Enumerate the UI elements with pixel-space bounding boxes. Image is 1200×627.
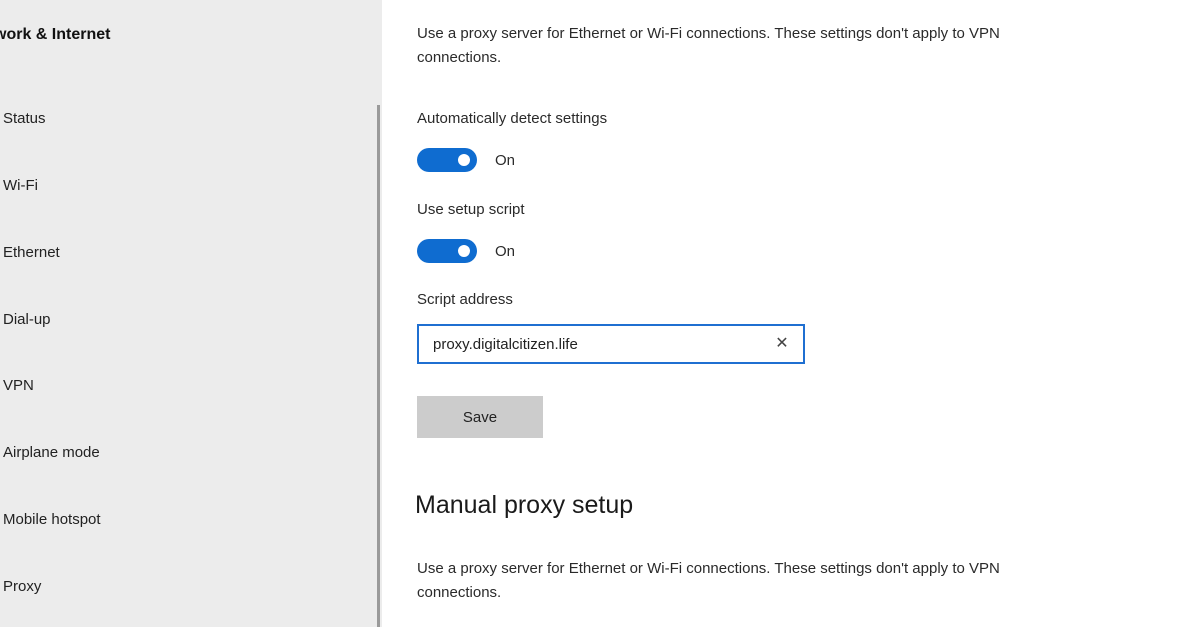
script-address-input[interactable] [433, 326, 763, 362]
sidebar-item-dial-up[interactable]: Dial-up [0, 296, 370, 344]
sidebar-item-proxy[interactable]: Proxy [0, 563, 370, 611]
sidebar-item-mobile-hotspot[interactable]: Mobile hotspot [0, 496, 370, 544]
toggle-knob [458, 245, 470, 257]
auto-detect-label: Automatically detect settings [417, 110, 608, 127]
sidebar-item-vpn[interactable]: VPN [0, 362, 370, 410]
manual-proxy-heading: Manual proxy setup [415, 491, 634, 519]
save-button[interactable]: Save [417, 396, 543, 438]
toggle-knob [458, 154, 470, 166]
sidebar-title: work & Internet [0, 26, 111, 43]
settings-sidebar: work & Internet Status Wi-Fi Ethernet Di… [0, 0, 382, 627]
script-address-label: Script address [417, 291, 513, 308]
sidebar-item-label: Dial-up [3, 311, 51, 328]
setup-script-toggle-row: On [417, 238, 515, 264]
sidebar-item-label: Status [3, 110, 46, 127]
script-address-field[interactable]: ✕ [417, 324, 805, 364]
sidebar-item-label: Proxy [3, 578, 42, 595]
manual-proxy-description: Use a proxy server for Ethernet or Wi-Fi… [417, 560, 1000, 601]
auto-detect-toggle[interactable] [417, 148, 477, 172]
auto-detect-toggle-row: On [417, 147, 515, 173]
sidebar-scrollbar[interactable] [377, 105, 380, 627]
automatic-proxy-description: Use a proxy server for Ethernet or Wi-Fi… [417, 25, 1000, 66]
sidebar-item-label: Ethernet [3, 244, 60, 261]
clear-icon[interactable]: ✕ [773, 335, 791, 353]
setup-script-state: On [495, 242, 516, 260]
sidebar-item-label: Wi-Fi [3, 177, 38, 194]
sidebar-item-label: Mobile hotspot [3, 511, 101, 528]
sidebar-item-ethernet[interactable]: Ethernet [0, 229, 370, 277]
auto-detect-state: On [495, 151, 516, 169]
sidebar-item-label: Airplane mode [3, 444, 100, 461]
sidebar-item-airplane-mode[interactable]: Airplane mode [0, 429, 370, 477]
setup-script-toggle[interactable] [417, 239, 477, 263]
sidebar-item-wifi[interactable]: Wi-Fi [0, 162, 370, 210]
sidebar-item-label: VPN [3, 377, 34, 394]
setup-script-label: Use setup script [417, 201, 525, 218]
sidebar-item-status[interactable]: Status [0, 95, 370, 143]
